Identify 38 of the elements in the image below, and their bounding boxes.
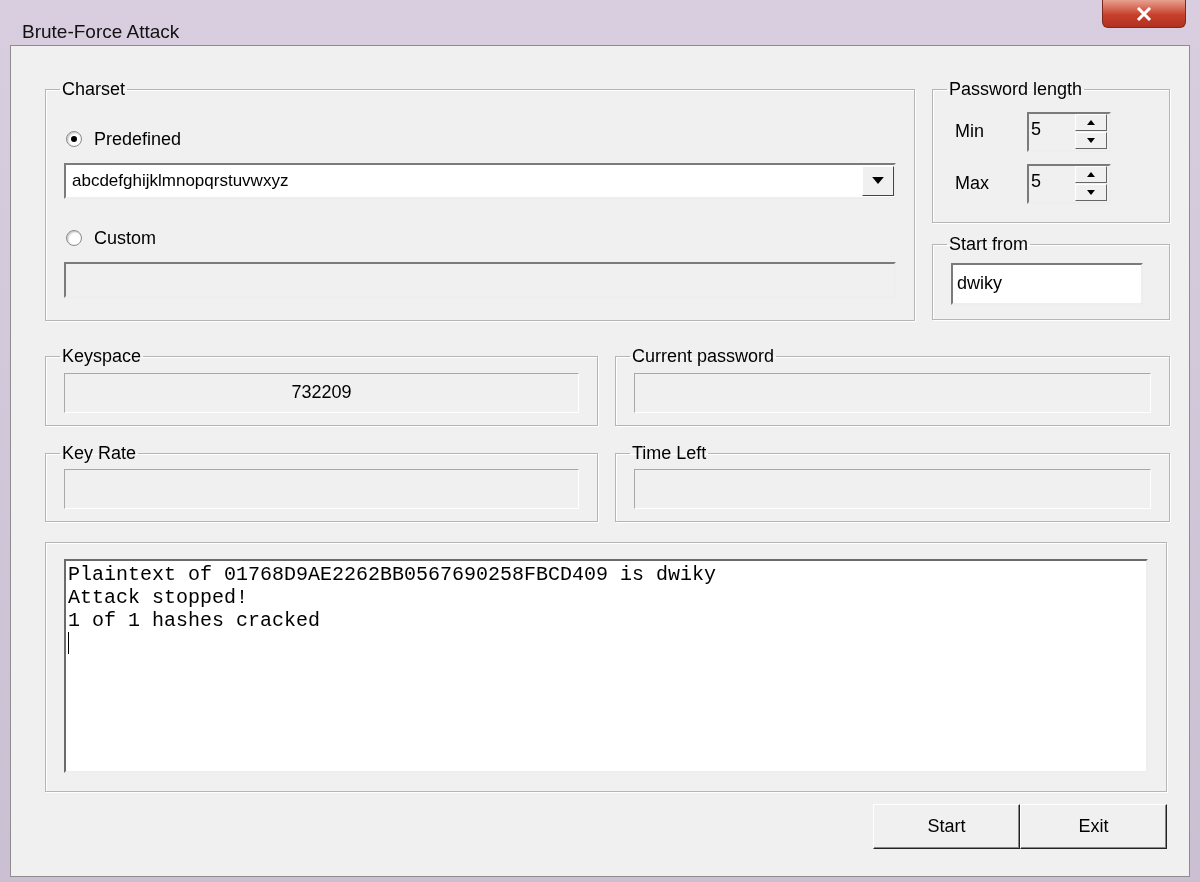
- group-label: Current password: [631, 346, 776, 367]
- radio-button[interactable]: [66, 230, 82, 247]
- spin-down-button[interactable]: [1075, 132, 1107, 150]
- field-label: Max: [954, 172, 990, 196]
- radio-label[interactable]: Custom: [94, 224, 156, 252]
- start-from-field[interactable]: dwiky: [951, 262, 1143, 305]
- text-cursor: [68, 632, 69, 655]
- readonly-field: 732209: [64, 372, 579, 413]
- number-field[interactable]: 5: [1027, 163, 1111, 204]
- dialog-button[interactable]: Start: [873, 804, 1020, 850]
- radio-button[interactable]: [66, 131, 82, 148]
- dialog-button[interactable]: Exit: [1020, 804, 1167, 850]
- down-arrow-icon: [1087, 190, 1095, 196]
- down-arrow-icon: [1087, 138, 1095, 144]
- group-label: Start from: [948, 234, 1029, 255]
- group-label: Key Rate: [61, 443, 138, 464]
- spin-down-button[interactable]: [1075, 184, 1107, 202]
- log-line: Plaintext of 01768D9AE2262BB0567690258FBCD409 is dwiky: [68, 563, 718, 587]
- dropdown-button[interactable]: [862, 165, 894, 196]
- log-line: 1 of 1 hashes cracked: [68, 609, 322, 633]
- spin-up-button[interactable]: [1075, 166, 1107, 184]
- charset-dropdown[interactable]: abcdefghijklmnopqrstuvwxyz: [64, 162, 896, 199]
- number-field[interactable]: 5: [1027, 111, 1111, 152]
- group-label: Time Left: [631, 443, 708, 464]
- spin-up-button[interactable]: [1075, 114, 1107, 132]
- up-arrow-icon: [1087, 172, 1095, 178]
- close-button[interactable]: [1102, 0, 1186, 28]
- field-label: Min: [954, 120, 985, 144]
- down-arrow-icon: [872, 177, 884, 185]
- up-arrow-icon: [1087, 120, 1095, 126]
- log-line: Attack stopped!: [68, 586, 250, 610]
- group-label: Charset: [61, 80, 127, 100]
- radio-label[interactable]: Predefined: [94, 125, 182, 153]
- close-icon: [1136, 6, 1152, 21]
- group-label: Password length: [948, 80, 1084, 100]
- output-log[interactable]: Plaintext of 01768D9AE2262BB0567690258FBCD409 is dwiky Attack stopped! 1 of 1 hashes cracked: [64, 559, 1148, 774]
- group-label: Keyspace: [61, 346, 143, 367]
- window-title: Brute-Force Attack: [22, 20, 180, 44]
